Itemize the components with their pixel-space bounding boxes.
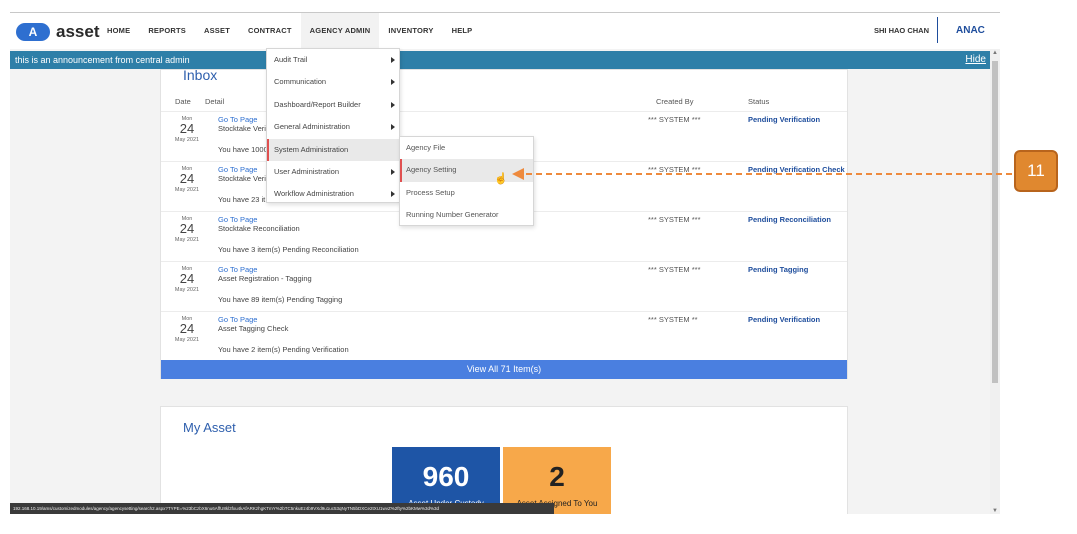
- main-menu: HOME REPORTS ASSET CONTRACT AGENCY ADMIN…: [98, 13, 481, 49]
- top-navigation-bar: A asset HOME REPORTS ASSET CONTRACT AGEN…: [10, 13, 1000, 49]
- go-to-page-link[interactable]: Go To Page: [218, 115, 257, 124]
- column-header-created-by: Created By: [656, 97, 694, 106]
- menu-item-user-administration[interactable]: User Administration: [267, 161, 399, 183]
- row-subject: Asset Tagging Check: [218, 324, 289, 333]
- submenu-arrow-icon: [391, 168, 395, 175]
- menu-item-general-administration[interactable]: General Administration: [267, 116, 399, 138]
- row-month: May 2021: [174, 187, 200, 193]
- row-message: You have 23 it: [218, 195, 266, 204]
- nav-divider: [937, 17, 938, 43]
- scroll-down-arrow-icon[interactable]: ▼: [992, 508, 998, 514]
- row-message: You have 89 item(s) Pending Tagging: [218, 295, 343, 304]
- row-date: 24: [179, 221, 195, 236]
- go-to-page-link[interactable]: Go To Page: [218, 315, 257, 324]
- row-message: You have 2 item(s) Pending Verification: [218, 345, 349, 354]
- inbox-row: Mon 24 May 2021 Go To Page Asset Tagging…: [161, 311, 847, 361]
- row-status: Pending Verification: [748, 315, 821, 324]
- row-subject: Stocktake Reconciliation: [218, 224, 300, 233]
- nav-home[interactable]: HOME: [98, 13, 139, 49]
- go-to-page-link[interactable]: Go To Page: [218, 165, 257, 174]
- row-date: 24: [179, 321, 195, 336]
- inbox-row: Mon 24 May 2021 Go To Page Asset Registr…: [161, 261, 847, 311]
- menu-item-audit-trail[interactable]: Audit Trail: [267, 49, 399, 71]
- row-month: May 2021: [174, 337, 200, 343]
- nav-inventory[interactable]: INVENTORY: [379, 13, 442, 49]
- agency-code-link[interactable]: ANAC: [956, 13, 985, 49]
- row-status: Pending Tagging: [748, 265, 809, 274]
- callout-arrow-icon: [512, 168, 524, 180]
- callout-dashed-line: [526, 173, 1012, 175]
- go-to-page-link[interactable]: Go To Page: [218, 215, 257, 224]
- nav-contract[interactable]: CONTRACT: [239, 13, 301, 49]
- row-created-by: *** SYSTEM **: [648, 315, 698, 324]
- my-asset-title: My Asset: [183, 420, 236, 435]
- menu-item-label: Communication: [274, 77, 327, 87]
- menu-item-label: System Administration: [274, 144, 349, 154]
- submenu-arrow-icon: [391, 191, 395, 198]
- menu-item-label: Workflow Administration: [274, 189, 354, 199]
- row-month: May 2021: [174, 287, 200, 293]
- submenu-arrow-icon: [391, 79, 395, 86]
- menu-item-label: User Administration: [274, 166, 340, 176]
- submenu-arrow-icon: [391, 57, 395, 63]
- row-date: 24: [179, 171, 195, 186]
- column-header-status: Status: [748, 97, 770, 106]
- browser-status-url: 192.168.10.19/ams/customizedmodules/agen…: [10, 503, 554, 514]
- row-subject: Stocktake Veri: [218, 174, 266, 183]
- nav-asset[interactable]: ASSET: [195, 13, 239, 49]
- go-to-page-link[interactable]: Go To Page: [218, 265, 257, 274]
- row-month: May 2021: [174, 137, 200, 143]
- inbox-title: Inbox: [183, 67, 218, 83]
- menu-item-label: Audit Trail: [274, 55, 308, 64]
- menu-item-dashboard-report-builder[interactable]: Dashboard/Report Builder: [267, 94, 399, 116]
- tile-value: 960: [422, 461, 470, 492]
- page-scrollbar[interactable]: ▲ ▼: [990, 49, 1000, 514]
- submenu-item-running-number-generator[interactable]: Running Number Generator: [400, 204, 533, 226]
- app-window: A asset HOME REPORTS ASSET CONTRACT AGEN…: [10, 12, 1000, 514]
- row-month: May 2021: [174, 237, 200, 243]
- row-message: You have 3 item(s) Pending Reconciliatio…: [218, 245, 359, 254]
- user-name-menu[interactable]: SHI HAO CHAN: [874, 13, 929, 49]
- tile-value: 2: [549, 461, 565, 492]
- row-created-by: *** SYSTEM ***: [648, 115, 701, 124]
- column-header-detail: Detail: [205, 97, 225, 106]
- announcement-text: this is an announcement from central adm…: [15, 55, 190, 65]
- app-logo[interactable]: A asset: [16, 22, 99, 42]
- submenu-item-agency-file[interactable]: Agency File: [400, 137, 533, 159]
- row-created-by: *** SYSTEM ***: [648, 265, 701, 274]
- logo-badge-icon: A: [16, 23, 50, 41]
- system-administration-submenu: Agency File Agency Setting Process Setup…: [399, 136, 534, 226]
- row-date: 24: [179, 121, 195, 136]
- submenu-item-process-setup[interactable]: Process Setup: [400, 182, 533, 204]
- submenu-arrow-icon: [391, 124, 395, 131]
- menu-item-label: General Administration: [274, 122, 350, 132]
- agency-admin-dropdown: Audit Trail Communication Dashboard/Repo…: [266, 48, 400, 203]
- step-number-badge: 11: [1014, 150, 1058, 192]
- column-header-date: Date: [175, 97, 191, 106]
- row-date: 24: [179, 271, 195, 286]
- logo-text: asset: [56, 22, 100, 41]
- row-status: Pending Reconciliation: [748, 215, 831, 224]
- menu-item-label: Dashboard/Report Builder: [274, 99, 361, 109]
- hand-cursor-icon: ☝: [494, 173, 508, 185]
- scroll-up-arrow-icon[interactable]: ▲: [992, 50, 998, 56]
- nav-help[interactable]: HELP: [443, 13, 482, 49]
- menu-item-system-administration[interactable]: System Administration: [267, 138, 399, 161]
- row-subject: Asset Registration - Tagging: [218, 274, 312, 283]
- scroll-thumb[interactable]: [992, 61, 998, 383]
- menu-item-workflow-administration[interactable]: Workflow Administration: [267, 183, 399, 205]
- nav-reports[interactable]: REPORTS: [139, 13, 195, 49]
- hide-announcement-link[interactable]: Hide: [965, 51, 986, 69]
- row-status: Pending Verification: [748, 115, 821, 124]
- menu-item-communication[interactable]: Communication: [267, 71, 399, 93]
- nav-agency-admin[interactable]: AGENCY ADMIN: [300, 13, 380, 49]
- submenu-arrow-icon: [391, 101, 395, 108]
- announcement-bar: this is an announcement from central adm…: [10, 51, 990, 69]
- row-created-by: *** SYSTEM ***: [648, 215, 701, 224]
- view-all-items-button[interactable]: View All 71 Item(s): [161, 360, 847, 379]
- row-message: You have 1000: [218, 145, 268, 154]
- row-subject: Stocktake Veri: [218, 124, 266, 133]
- my-asset-card: My Asset 960 Asset Under Custody 2 Asset…: [160, 406, 848, 514]
